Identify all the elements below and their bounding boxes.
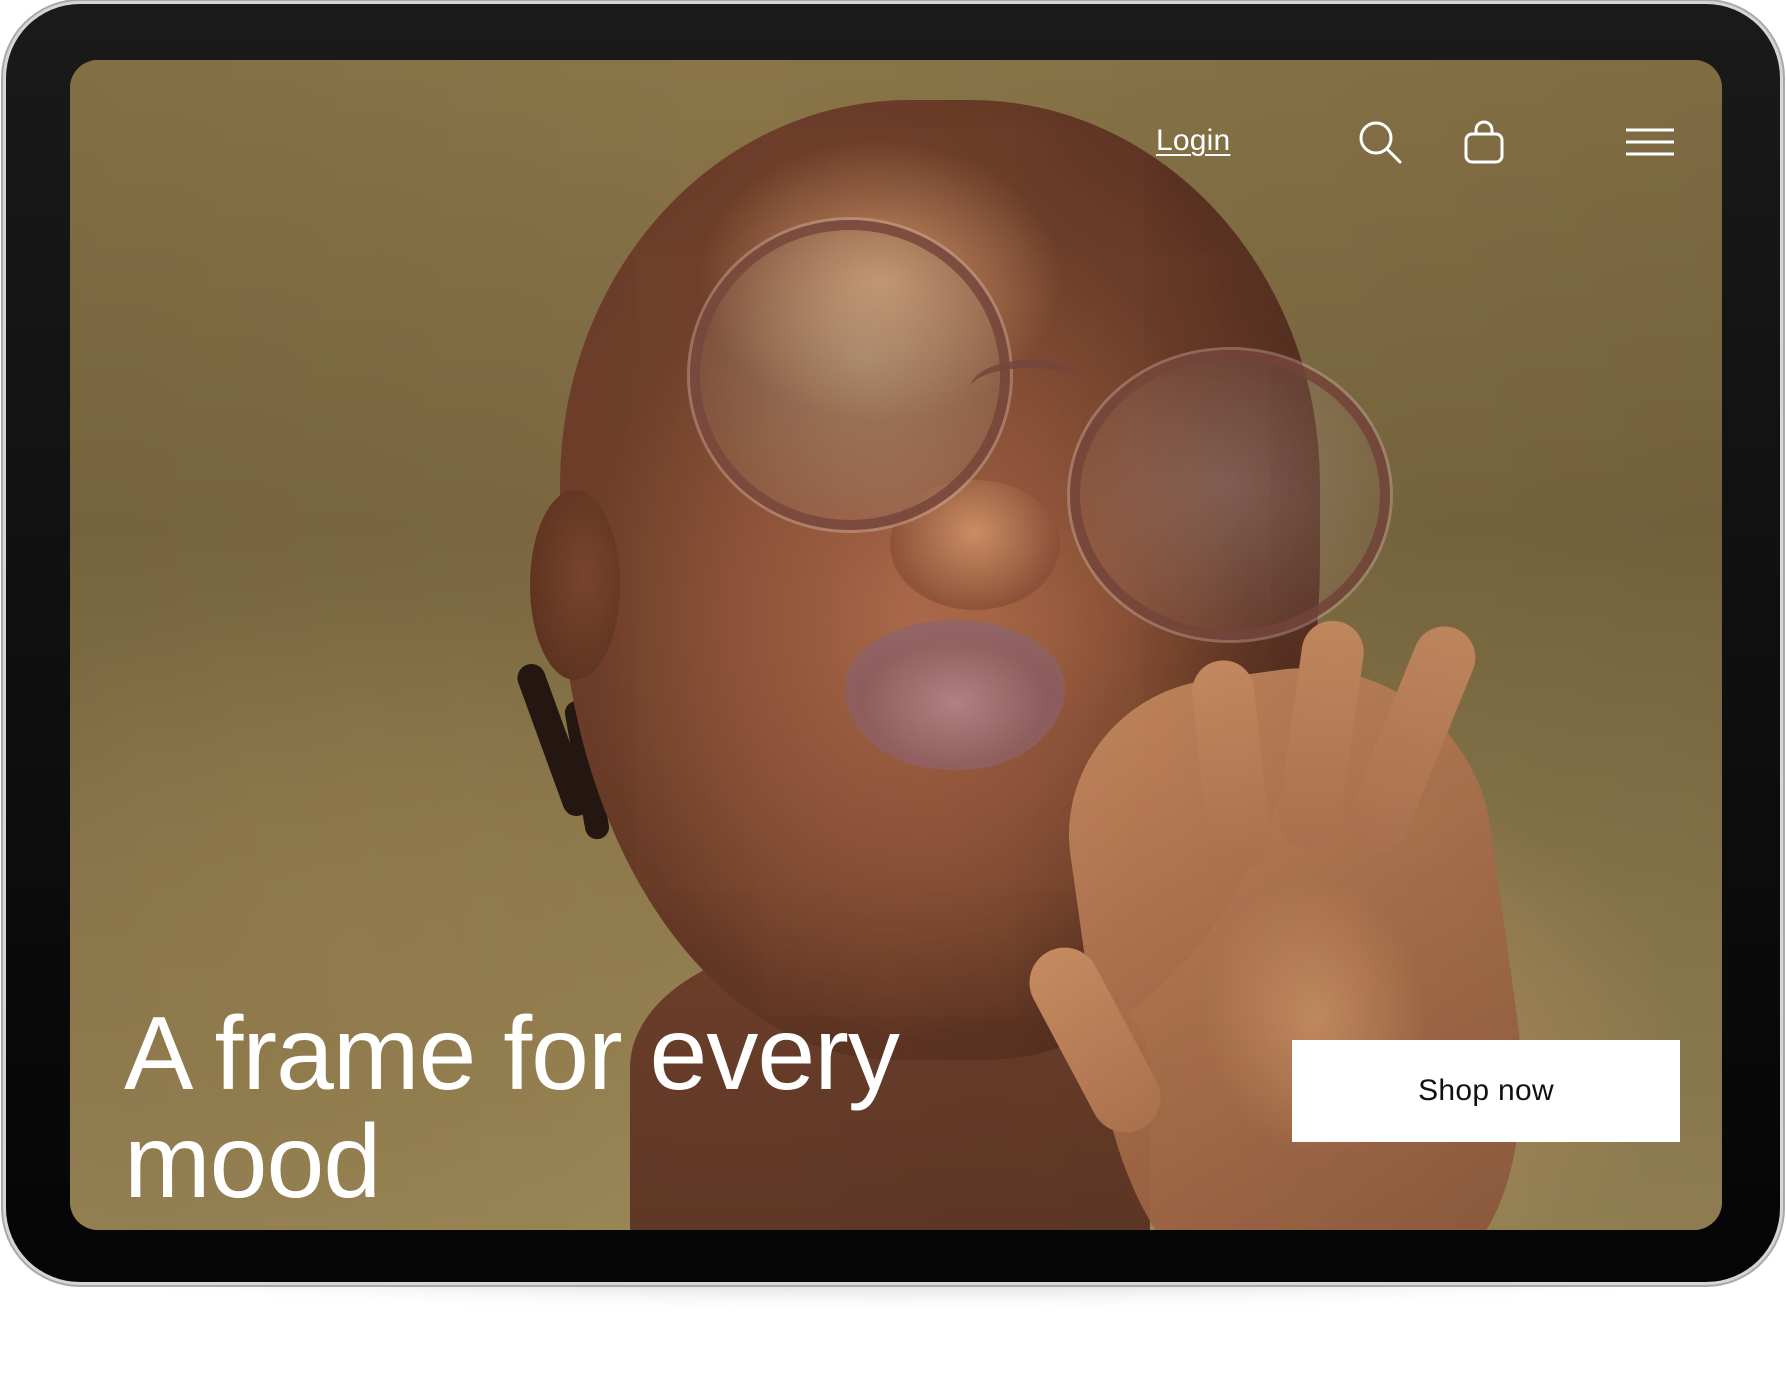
tablet-device-frame: Login A frame for every mood Shop now (6, 4, 1780, 1282)
search-icon[interactable] (1356, 118, 1404, 166)
page: Login A frame for every mood Shop now (0, 0, 1786, 1374)
hero-headline: A frame for every mood (124, 996, 900, 1220)
login-link[interactable]: Login (1156, 124, 1230, 158)
shop-now-button[interactable]: Shop now (1292, 1040, 1680, 1142)
tablet-screen: Login A frame for every mood Shop now (70, 60, 1722, 1230)
shopping-bag-icon[interactable] (1460, 118, 1508, 166)
hamburger-menu-icon[interactable] (1622, 118, 1678, 166)
